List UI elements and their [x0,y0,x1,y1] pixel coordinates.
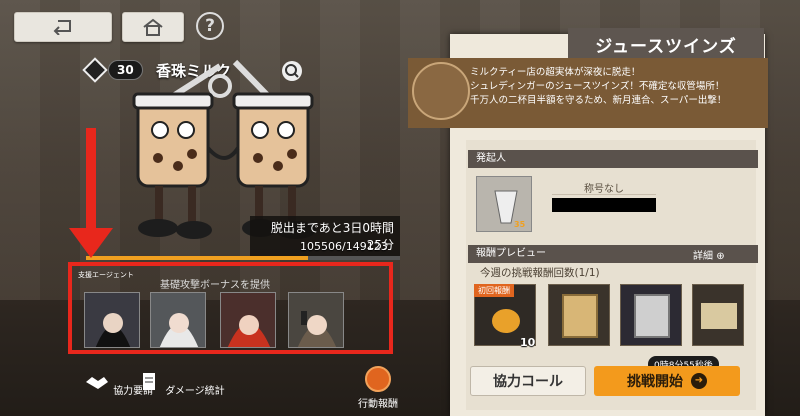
home-icon [143,18,163,36]
back-button[interactable] [14,12,112,42]
arrow-right-icon: ➜ [691,373,707,389]
help-button[interactable]: ? [196,12,224,40]
detail-label: 詳細 [693,251,713,262]
faction-emblem-icon [412,62,470,120]
agent-portrait[interactable] [84,292,140,348]
action-reward-label: 行動報酬 [358,399,398,410]
agent-portrait[interactable] [150,292,206,348]
boss-title-banner: ジュースツインズ [568,28,764,60]
boss-hp-text: 105506/149123 [300,240,388,253]
handshake-icon [86,377,108,389]
title-divider [552,194,656,195]
reward-item[interactable] [692,284,744,346]
description-line: 千万人の二杯目半額を守るため、新月連合、スーパー出撃！ [470,95,727,106]
initiator-level: 35 [514,220,526,229]
highlight-arrow-head [69,228,113,258]
document-icon [143,373,155,390]
initiator-title: 称号なし [584,184,624,195]
home-button[interactable] [122,12,184,42]
challenge-start-label: 挑戦開始 [627,374,683,390]
boss-hp-fill [86,256,309,260]
back-icon [53,20,71,35]
support-agents-tag: 支援エージェント [78,271,134,279]
reward-quantity: 10 [520,336,536,349]
first-clear-tag: 初回報酬 [474,284,514,297]
damage-stats-label: ダメージ統計 [165,386,225,397]
redacted-name [552,198,656,212]
description-line: ミルクティー店の超実体が深夜に脱走！ [470,67,641,78]
description-line: シュレディンガーのジュースツインズ！不確定な収管場所！ [470,81,725,92]
coop-call-button[interactable]: 協力コール [470,366,586,396]
description-text: ミルクティー店の超実体が深夜に脱走！ シュレディンガーのジュースツインズ！不確定… [470,66,726,108]
reward-item[interactable] [548,284,610,346]
action-reward-button[interactable]: 行動報酬 [358,366,398,410]
reward-item[interactable] [620,284,682,346]
initiator-header: 発起人 [468,150,758,168]
detail-link[interactable]: 詳細 ⊕ [693,247,725,262]
challenge-start-button[interactable]: 挑戦開始 ➜ [594,366,740,396]
agent-portrait[interactable] [220,292,276,348]
agent-portrait[interactable] [288,292,344,348]
search-icon: ⊕ [716,251,725,262]
highlight-arrow-shaft [86,128,96,236]
damage-stats-button[interactable]: ダメージ統計 [136,372,225,397]
challenge-count: 今週の挑戦報酬回数(1/1) [480,267,600,279]
boss-hp-bar [86,256,400,260]
gift-icon [365,366,391,392]
support-agents-description: 基礎攻撃ボーナスを提供 [160,280,270,291]
